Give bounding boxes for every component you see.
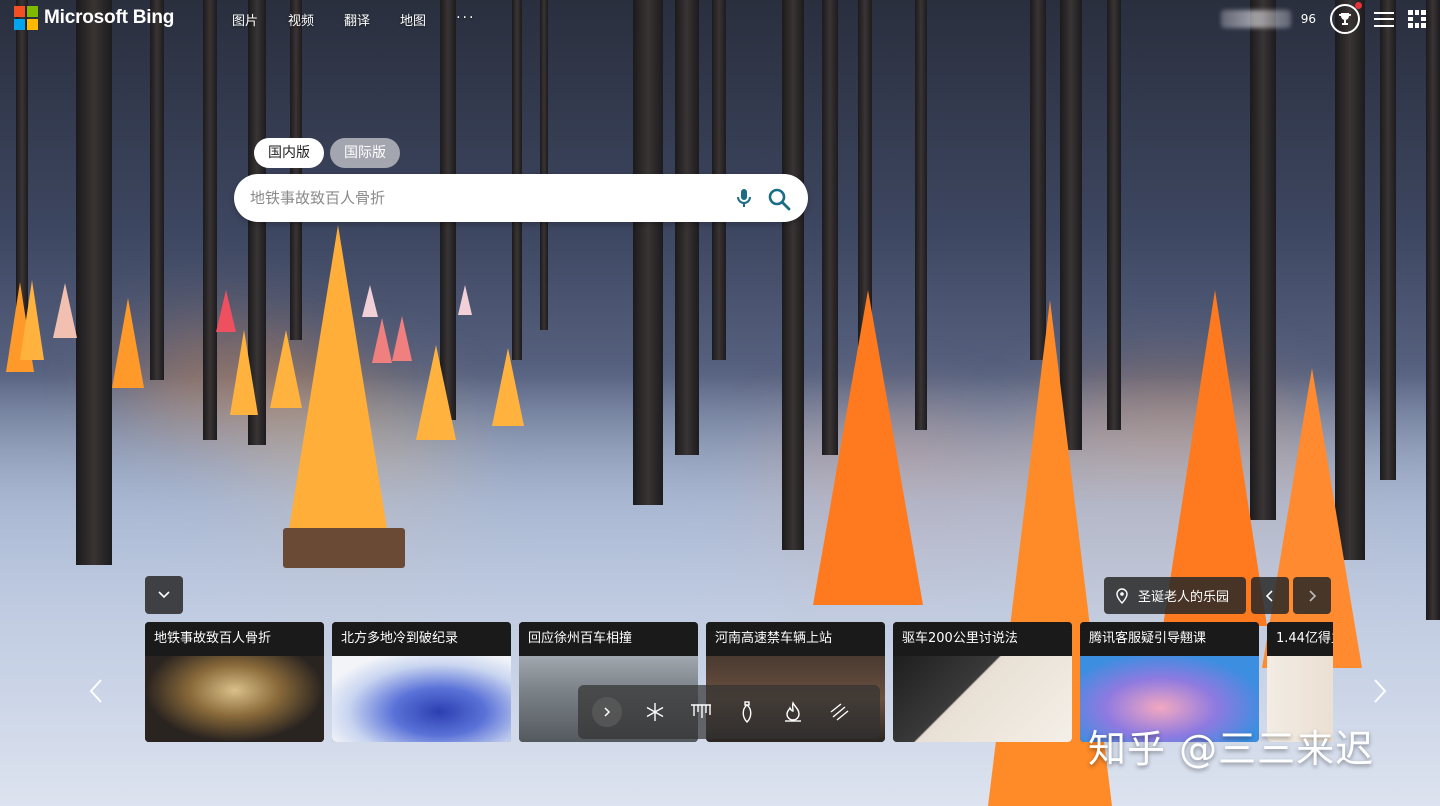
- search-icon: [768, 188, 791, 211]
- chevron-right-icon: [604, 707, 611, 717]
- tab-international[interactable]: 国际版: [330, 138, 400, 168]
- voice-search-button[interactable]: [732, 186, 756, 210]
- logo-text: Microsoft Bing: [44, 7, 175, 28]
- microphone-icon: [737, 189, 751, 207]
- qr-code-icon[interactable]: [1408, 10, 1426, 28]
- nav-more-button[interactable]: ···: [456, 10, 475, 29]
- top-bar: Microsoft Bing 图片 视频 翻译 地图 ··· 96: [0, 0, 1440, 36]
- menu-hamburger-icon[interactable]: [1374, 11, 1394, 27]
- search-input[interactable]: [250, 174, 720, 222]
- news-card-image: [893, 656, 1072, 742]
- bing-logo[interactable]: Microsoft Bing: [14, 6, 174, 30]
- theme-toolbar: [578, 685, 880, 739]
- search-box: [234, 174, 808, 222]
- news-card[interactable]: 驱车200公里讨说法: [893, 622, 1072, 742]
- news-card-title: 地铁事故致百人骨折: [145, 622, 324, 656]
- play-button[interactable]: [592, 697, 622, 727]
- tab-domestic[interactable]: 国内版: [254, 138, 324, 168]
- news-card[interactable]: 北方多地冷到破纪录: [332, 622, 511, 742]
- news-card-title: 1.44亿得主: [1267, 622, 1333, 656]
- chevron-left-icon: [1265, 589, 1273, 602]
- collapse-news-button[interactable]: [145, 576, 183, 614]
- news-card-image: [332, 656, 511, 742]
- rewards-trophy-button[interactable]: [1330, 2, 1362, 34]
- nav-videos[interactable]: 视频: [288, 10, 314, 29]
- news-card-title: 回应徐州百车相撞: [519, 622, 698, 656]
- chevron-left-icon: [89, 679, 102, 703]
- region-tabs: 国内版 国际版: [254, 138, 400, 168]
- news-card-image: [145, 656, 324, 742]
- header-actions: 96: [1220, 2, 1426, 34]
- user-name-blurred[interactable]: [1220, 10, 1291, 28]
- news-card[interactable]: 地铁事故致百人骨折: [145, 622, 324, 742]
- nav-images[interactable]: 图片: [232, 10, 258, 29]
- next-image-button[interactable]: [1293, 577, 1331, 614]
- search-submit-button[interactable]: [766, 186, 792, 212]
- nav-translate[interactable]: 翻译: [344, 10, 370, 29]
- microsoft-logo-icon: [14, 6, 38, 30]
- carousel-prev-button[interactable]: [86, 676, 106, 706]
- news-card-title: 腾讯客服疑引导翹课: [1080, 622, 1259, 656]
- news-card-title: 北方多地冷到破纪录: [332, 622, 511, 656]
- image-location-button[interactable]: 圣诞老人的乐园: [1104, 577, 1246, 614]
- carousel-next-button[interactable]: [1370, 676, 1390, 706]
- chevron-right-icon: [1309, 589, 1317, 602]
- location-label: 圣诞老人的乐园: [1138, 590, 1230, 605]
- snowflake-icon[interactable]: [632, 702, 678, 722]
- notification-dot: [1355, 2, 1362, 9]
- chevron-right-icon: [1374, 679, 1387, 703]
- top-nav: 图片 视频 翻译 地图 ···: [232, 10, 505, 29]
- ornament-icon[interactable]: [724, 701, 770, 723]
- nav-maps[interactable]: 地图: [400, 10, 426, 29]
- watermark-text: 知乎 @三三来迟: [1088, 727, 1375, 771]
- rewards-points: 96: [1300, 12, 1316, 26]
- previous-image-button[interactable]: [1251, 577, 1289, 614]
- fire-icon[interactable]: [770, 701, 816, 723]
- news-card-title: 驱车200公里讨说法: [893, 622, 1072, 656]
- trophy-icon: [1339, 13, 1351, 25]
- snow-wind-icon[interactable]: [816, 702, 862, 722]
- icicles-icon[interactable]: [678, 702, 724, 722]
- news-card-title: 河南高速禁车辆上站: [706, 622, 885, 656]
- location-pin-icon: [1116, 587, 1128, 604]
- chevron-down-icon: [158, 591, 170, 599]
